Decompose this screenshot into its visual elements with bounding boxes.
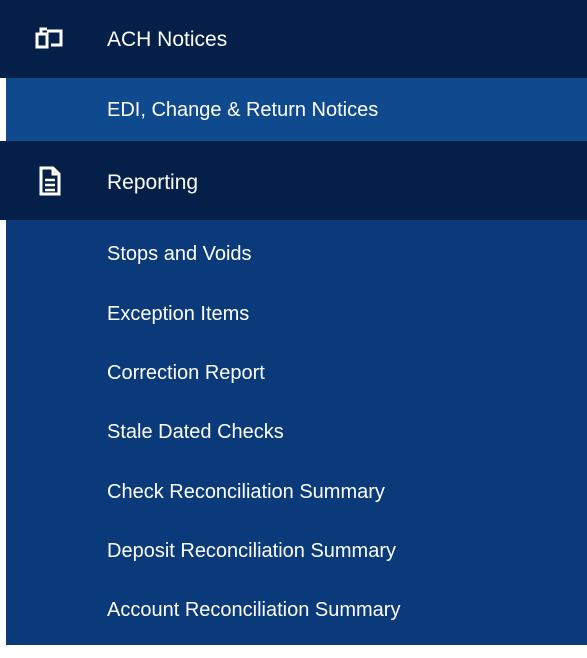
menu-item-stops-and-voids[interactable]: Stops and Voids: [6, 230, 587, 280]
section-header-ach-notices[interactable]: ACH Notices: [0, 0, 587, 78]
menu-item-deposit-reconciliation-summary[interactable]: Deposit Reconciliation Summary: [6, 527, 587, 577]
menu-item-label: Stale Dated Checks: [107, 421, 284, 443]
menu-item-stale-dated-checks[interactable]: Stale Dated Checks: [6, 408, 587, 458]
menu-item-label: EDI, Change & Return Notices: [107, 99, 379, 121]
document-icon: [33, 165, 65, 197]
section-header-reporting[interactable]: Reporting: [0, 141, 587, 220]
menu-item-label: Correction Report: [107, 362, 265, 384]
section-title-reporting: Reporting: [107, 171, 199, 194]
menu-item-label: Deposit Reconciliation Summary: [107, 540, 397, 562]
menu-item-check-reconciliation-summary[interactable]: Check Reconciliation Summary: [6, 468, 587, 518]
menu-item-account-reconciliation-summary[interactable]: Account Reconciliation Summary: [6, 586, 587, 636]
menu-item-label: Account Reconciliation Summary: [107, 599, 401, 621]
menu-item-exception-items[interactable]: Exception Items: [6, 290, 587, 340]
copy-icon: [33, 23, 65, 55]
section-title-ach-notices: ACH Notices: [107, 28, 228, 51]
sidebar-nav: ACH Notices EDI, Change & Return Notices…: [0, 0, 587, 658]
menu-item-label: Stops and Voids: [107, 243, 252, 265]
menu-item-edi-change-return-notices[interactable]: EDI, Change & Return Notices: [6, 78, 587, 141]
menu-item-label: Check Reconciliation Summary: [107, 481, 385, 503]
reporting-submenu: Stops and Voids Exception Items Correcti…: [6, 220, 587, 645]
ach-notices-submenu: EDI, Change & Return Notices: [6, 78, 587, 141]
menu-item-label: Exception Items: [107, 303, 250, 325]
menu-item-correction-report[interactable]: Correction Report: [6, 349, 587, 399]
